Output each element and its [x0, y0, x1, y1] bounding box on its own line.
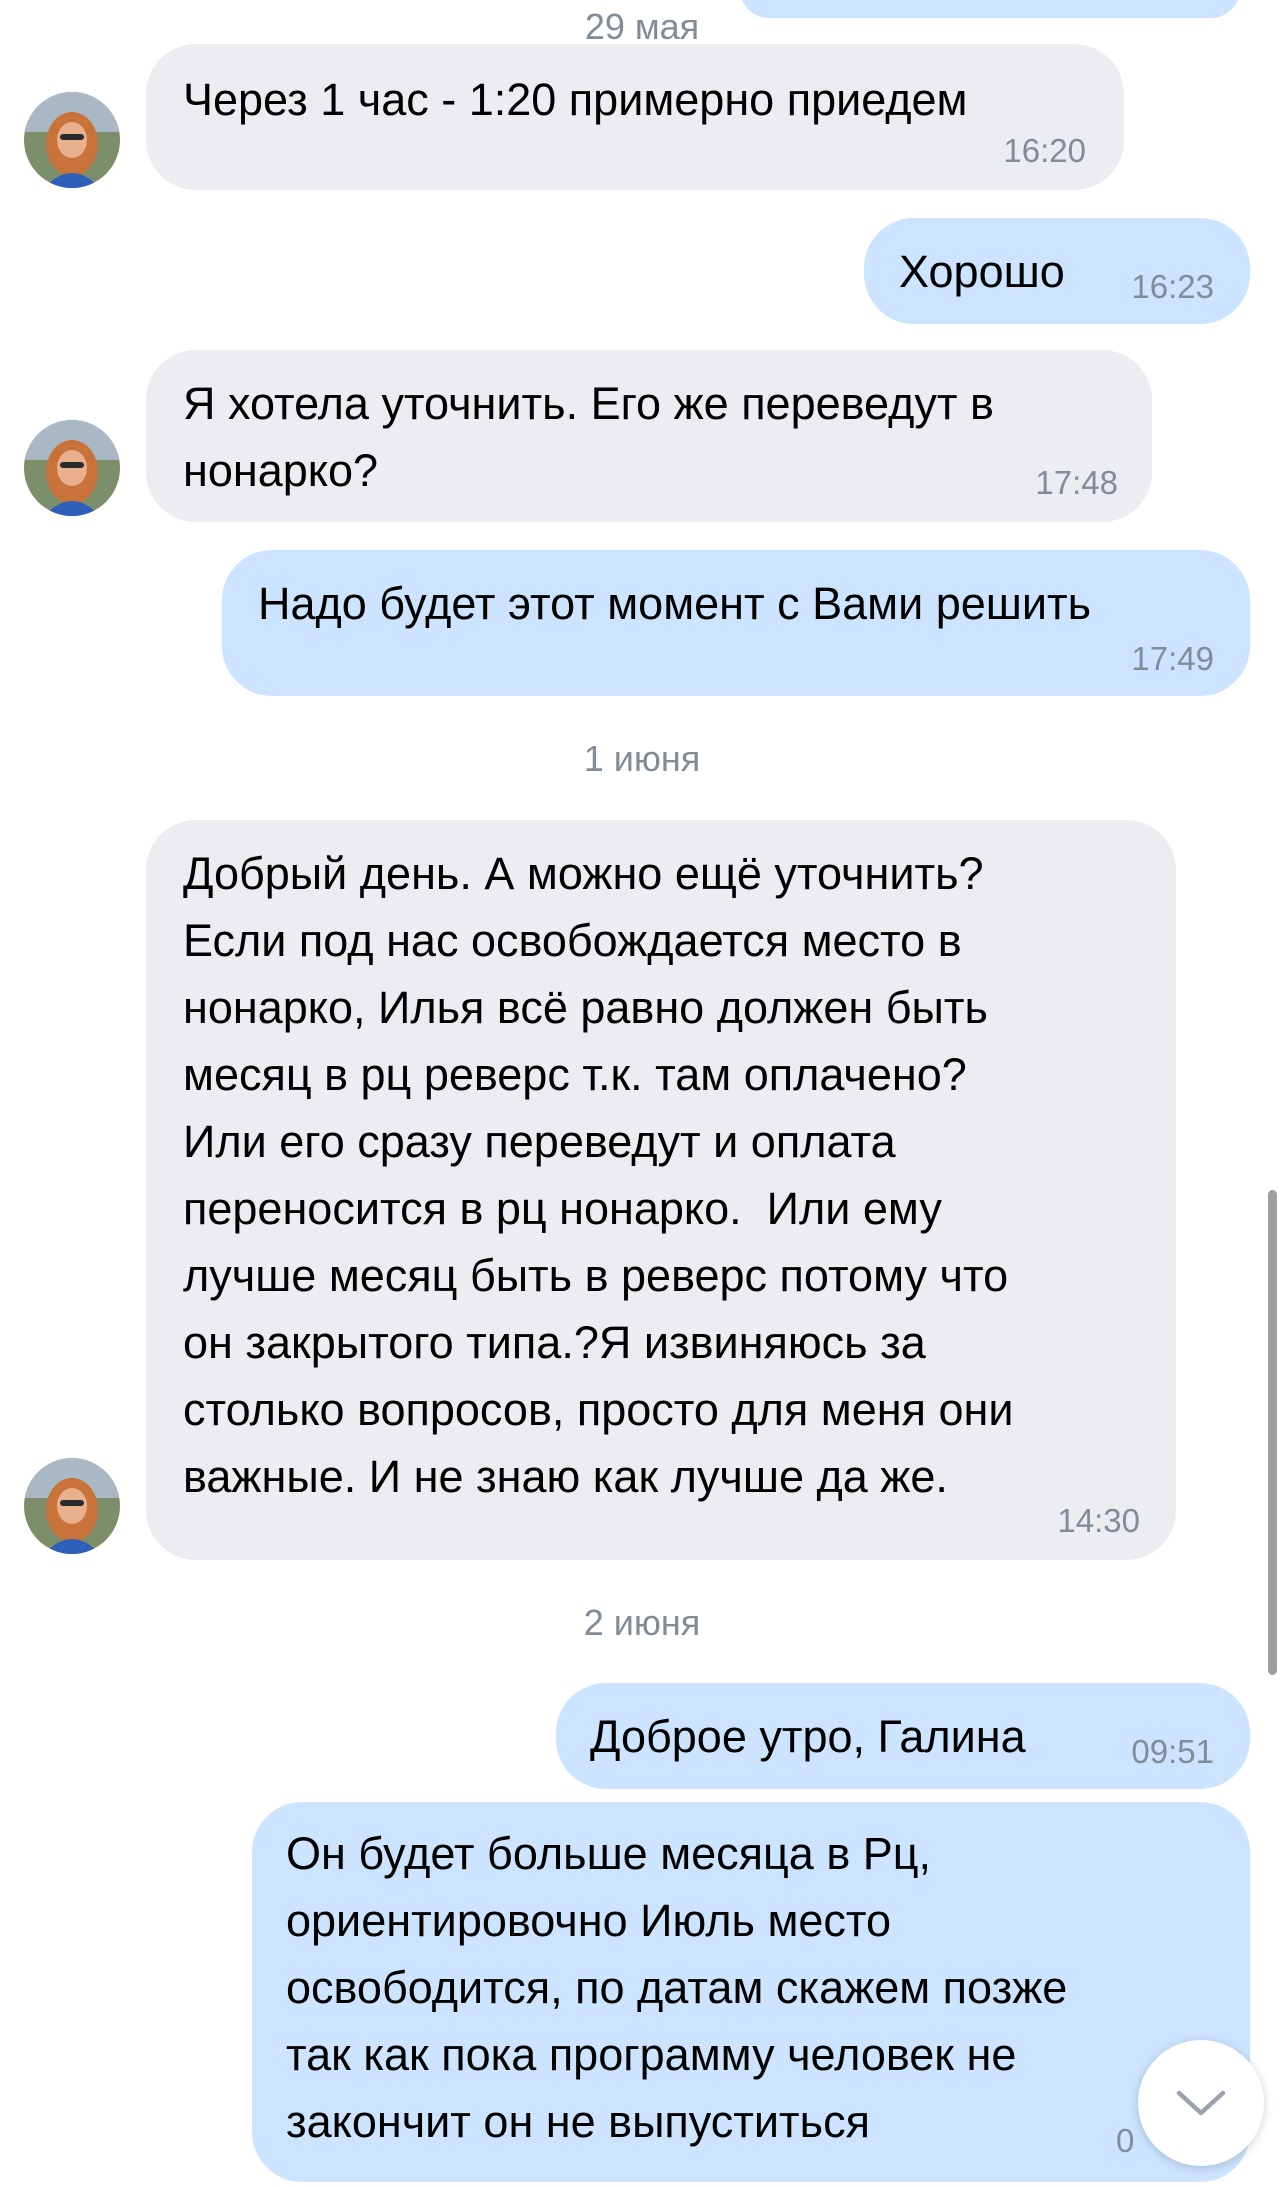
avatar[interactable]	[24, 420, 120, 516]
avatar-image	[24, 92, 120, 188]
message-time: 0	[1116, 2122, 1135, 2159]
message-time: 09:51	[1131, 1733, 1214, 1770]
scrollbar[interactable]	[1268, 1190, 1277, 1675]
message-bubble[interactable]: Хорошо 16:23	[864, 218, 1250, 324]
message-bubble[interactable]: Я хотела уточнить. Его же переведут в но…	[146, 350, 1152, 522]
date-separator: 29 мая	[584, 6, 700, 47]
message-bubble[interactable]: Надо будет этот момент с Вами решить 17:…	[222, 550, 1250, 696]
date-separator: 1 июня	[583, 738, 701, 779]
message-time: 17:49	[1131, 640, 1214, 677]
scroll-down-button[interactable]	[1138, 2040, 1264, 2166]
message-text: Он будет больше месяца в Рц, ориентирово…	[286, 1828, 1068, 2147]
message-time: 16:20	[1003, 132, 1086, 169]
message-bubble[interactable]: Он будет больше месяца в Рц, ориентирово…	[252, 1802, 1250, 2182]
message-bubble[interactable]: Доброе утро, Галина 09:51	[556, 1683, 1250, 1789]
message-text: Доброе утро, Галина	[590, 1711, 1026, 1762]
message-bubble[interactable]: Добрый день. А можно ещё уточнить? Если …	[146, 820, 1176, 1560]
message-text: Через 1 час - 1:20 примерно приедем	[183, 74, 968, 125]
avatar-image	[24, 420, 120, 516]
message-time: 16:23	[1131, 268, 1214, 305]
message-bubble[interactable]: Через 1 час - 1:20 примерно приедем 16:2…	[146, 44, 1124, 190]
message-time: 14:30	[1057, 1502, 1140, 1539]
message-text: Хорошо	[899, 246, 1065, 297]
avatar-image	[24, 1458, 120, 1554]
date-separator: 2 июня	[583, 1602, 701, 1643]
message-text: Надо будет этот момент с Вами решить	[258, 578, 1092, 629]
chevron-down-icon	[1176, 2090, 1226, 2116]
message-text: Добрый день. А можно ещё уточнить? Если …	[183, 848, 1014, 1502]
message-text: Я хотела уточнить. Его же переведут в но…	[183, 378, 994, 496]
avatar[interactable]	[24, 1458, 120, 1554]
avatar[interactable]	[24, 92, 120, 188]
message-time: 17:48	[1035, 464, 1118, 501]
